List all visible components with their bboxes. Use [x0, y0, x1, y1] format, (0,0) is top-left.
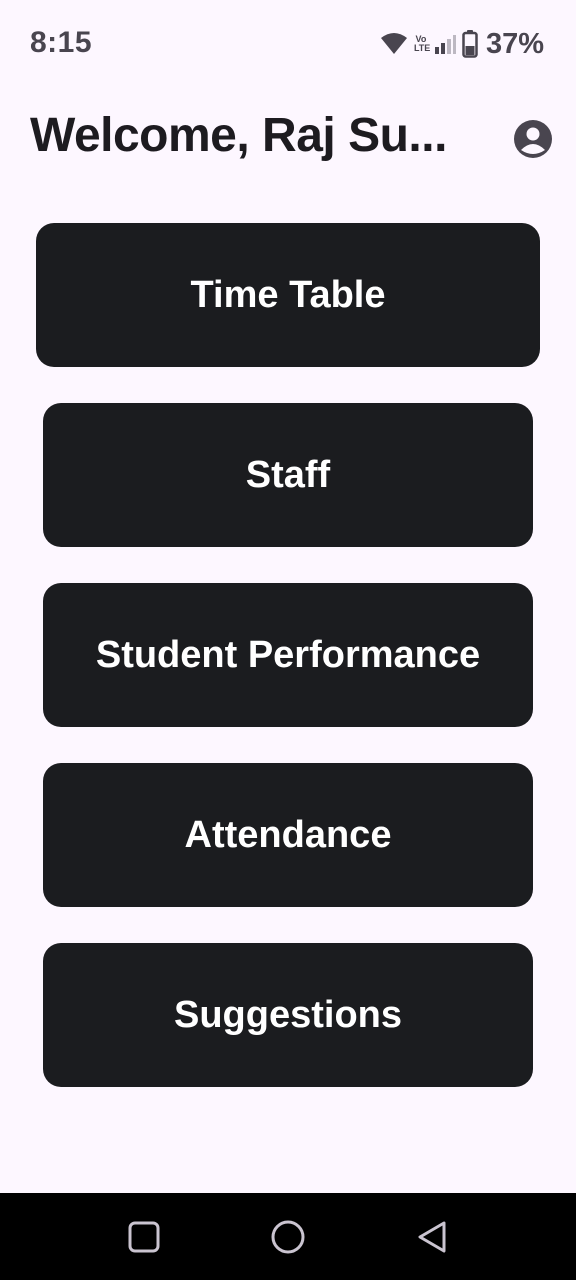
volte-icon: Vo LTE [413, 34, 431, 53]
welcome-title: Welcome, Raj Su... [30, 109, 447, 162]
status-time: 8:15 [30, 26, 93, 59]
time-table-button[interactable]: Time Table [36, 223, 540, 367]
attendance-label: Attendance [184, 813, 392, 856]
back-button[interactable] [408, 1213, 456, 1261]
attendance-button[interactable]: Attendance [43, 763, 533, 907]
home-icon [271, 1220, 305, 1254]
time-table-label: Time Table [190, 273, 386, 316]
signal-icon [434, 35, 456, 54]
home-button[interactable] [264, 1213, 312, 1261]
staff-button[interactable]: Staff [43, 403, 533, 547]
suggestions-label: Suggestions [173, 993, 403, 1036]
battery-percent: 37% [485, 27, 544, 60]
student-performance-label: Student Performance [95, 633, 481, 676]
student-performance-button[interactable]: Student Performance [43, 583, 533, 727]
status-bar: 8:15 Vo LTE 37% [0, 0, 576, 88]
system-navigation-bar [0, 1193, 576, 1280]
battery-icon [462, 30, 478, 58]
back-icon [418, 1221, 446, 1253]
app-header: Welcome, Raj Su... [0, 100, 576, 180]
wifi-icon [380, 33, 407, 54]
staff-label: Staff [245, 453, 331, 496]
home-screen: 8:15 Vo LTE 37% Welcome, Raj Su... Time … [0, 0, 576, 1280]
account-circle-icon[interactable] [512, 118, 554, 160]
recents-icon [128, 1221, 160, 1253]
suggestions-button[interactable]: Suggestions [43, 943, 533, 1087]
recents-button[interactable] [120, 1213, 168, 1261]
status-icons: Vo LTE 37% [380, 28, 544, 60]
